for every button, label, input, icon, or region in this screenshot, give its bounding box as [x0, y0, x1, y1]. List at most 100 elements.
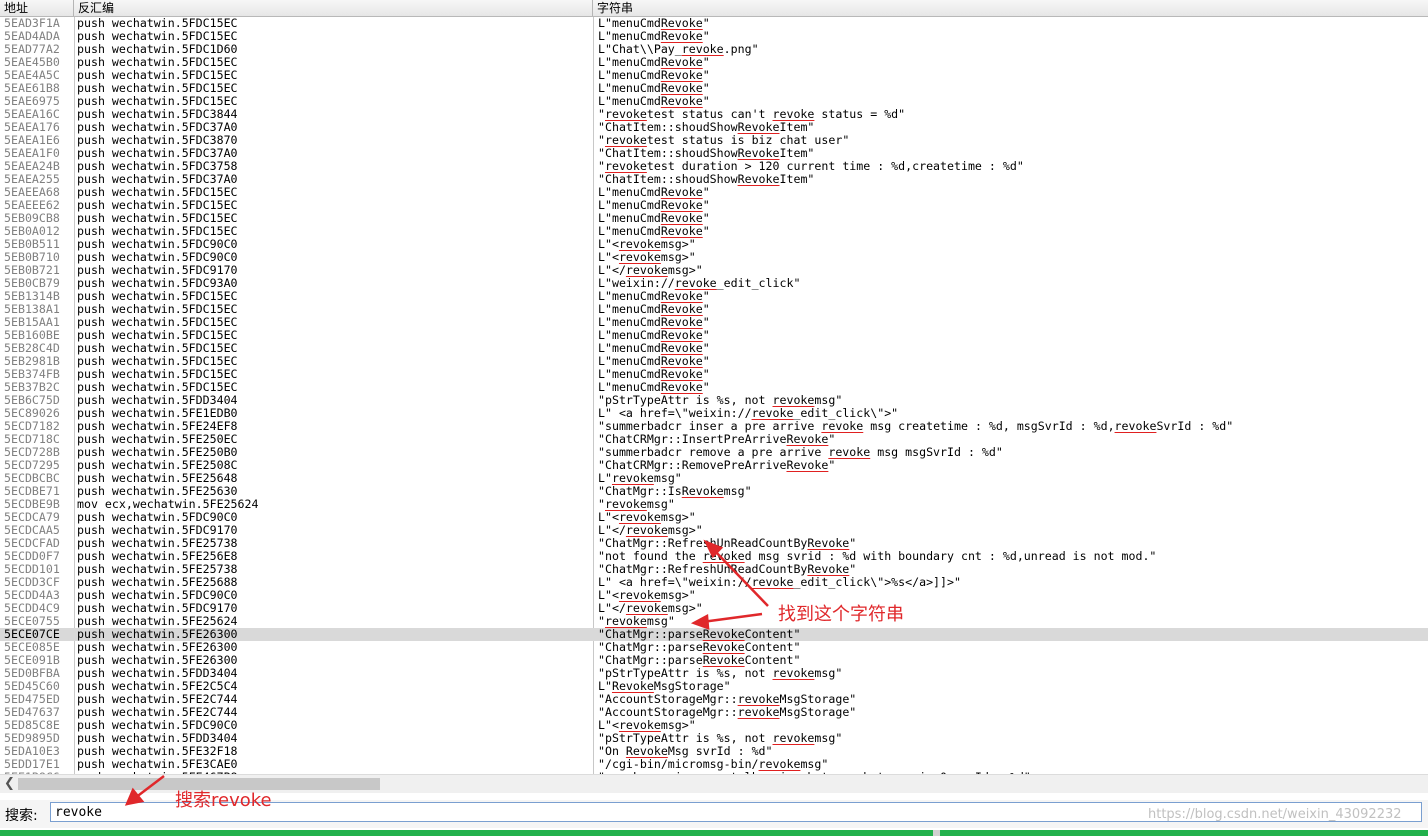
table-row[interactable]: 5EDA10E3 push wechatwin.5FE32F18 "On Revok…	[0, 745, 1428, 758]
scroll-left-icon[interactable]: ❮	[4, 776, 15, 791]
string-cell: "revoketest duration > 120 current time …	[598, 160, 1024, 173]
table-row[interactable]: 5EAEEE62 push wechatwin.5FDC15EC L"menuCmd…	[0, 199, 1428, 212]
table-row[interactable]: 5ED0BFBA push wechatwin.5FDD3404 "pStrType…	[0, 667, 1428, 680]
table-row[interactable]: 5EAEA255 push wechatwin.5FDC37A0 "ChatItem…	[0, 173, 1428, 186]
disassembly-cell: push wechatwin.5FDC9170	[77, 602, 238, 615]
table-row[interactable]: 5ECE091B push wechatwin.5FE26300 "ChatMgr:…	[0, 654, 1428, 667]
string-cell: "AccountStorageMgr::revokeMsgStorage"	[598, 706, 857, 719]
header-disassembly[interactable]: 反汇编	[74, 0, 593, 16]
table-row[interactable]: 5EB15AA1 push wechatwin.5FDC15EC L"menuCmd…	[0, 316, 1428, 329]
table-row[interactable]: 5EB138A1 push wechatwin.5FDC15EC L"menuCmd…	[0, 303, 1428, 316]
table-row[interactable]: 5ED47637 push wechatwin.5FE2C744 "AccountS…	[0, 706, 1428, 719]
disassembly-cell: push wechatwin.5FDC15EC	[77, 69, 238, 82]
table-row[interactable]: 5EAE61B8 push wechatwin.5FDC15EC L"menuCmd…	[0, 82, 1428, 95]
table-row[interactable]: 5ECDD4A3 push wechatwin.5FDC90C0 L"<revoke…	[0, 589, 1428, 602]
address-cell: 5EB6C75D	[4, 394, 60, 407]
table-row[interactable]: 5EAD77A2 push wechatwin.5FDC1D60 L"Chat\\P…	[0, 43, 1428, 56]
table-row[interactable]: 5ECD728B push wechatwin.5FE250B0 "summerba…	[0, 446, 1428, 459]
address-cell: 5ED9895D	[4, 732, 60, 745]
table-row[interactable]: 5ECDBE9B mov ecx,wechatwin.5FE25624 "revok…	[0, 498, 1428, 511]
string-cell: "On RevokeMsg svrId : %d"	[598, 745, 773, 758]
header-address[interactable]: 地址	[0, 0, 74, 16]
string-cell: "pStrTypeAttr is %s, not revokemsg"	[598, 732, 843, 745]
search-match: Revoke	[737, 121, 780, 134]
table-row[interactable]: 5EB09CB8 push wechatwin.5FDC15EC L"menuCmd…	[0, 212, 1428, 225]
table-row[interactable]: 5ECE0755 push wechatwin.5FE25624 "revokems…	[0, 615, 1428, 628]
table-row[interactable]: 5EAE4A5C push wechatwin.5FDC15EC L"menuCmd…	[0, 69, 1428, 82]
table-row[interactable]: 5EB160BE push wechatwin.5FDC15EC L"menuCmd…	[0, 329, 1428, 342]
table-row[interactable]: 5ECDCA79 push wechatwin.5FDC90C0 L"<revoke…	[0, 511, 1428, 524]
table-row[interactable]: 5EB0B721 push wechatwin.5FDC9170 L"</revok…	[0, 264, 1428, 277]
table-row[interactable]: 5EAEA176 push wechatwin.5FDC37A0 "ChatItem…	[0, 121, 1428, 134]
table-row[interactable]: 5ECD718C push wechatwin.5FE250EC "ChatCRMg…	[0, 433, 1428, 446]
table-row[interactable]: 5EB0B511 push wechatwin.5FDC90C0 L"<revoke…	[0, 238, 1428, 251]
table-row[interactable]: 5ED45C60 push wechatwin.5FE2C5C4 L"RevokeM…	[0, 680, 1428, 693]
string-cell: L"menuCmdRevoke"	[598, 212, 710, 225]
table-row[interactable]: 5EAEA16C push wechatwin.5FDC3844 "revokete…	[0, 108, 1428, 121]
search-match: Revoke	[660, 186, 703, 199]
search-match: Revoke	[702, 641, 745, 654]
progress-bar-left	[0, 830, 933, 836]
address-cell: 5ED47637	[4, 706, 60, 719]
table-row[interactable]: 5EDD17E1 push wechatwin.5FE3CAE0 "/cgi-bin…	[0, 758, 1428, 771]
table-row[interactable]: 5EAEEA68 push wechatwin.5FDC15EC L"menuCmd…	[0, 186, 1428, 199]
search-match: revoke	[772, 108, 815, 121]
table-row[interactable]: 5ECE085E push wechatwin.5FE26300 "ChatMgr:…	[0, 641, 1428, 654]
table-row[interactable]: 5EB1314B push wechatwin.5FDC15EC L"menuCmd…	[0, 290, 1428, 303]
table-row[interactable]: 5EC89026 push wechatwin.5FE1EDB0 L" <a hre…	[0, 407, 1428, 420]
table-row[interactable]: 5ECDD101 push wechatwin.5FE25738 "ChatMgr:…	[0, 563, 1428, 576]
table-row[interactable]: 5EB6C75D push wechatwin.5FDD3404 "pStrType…	[0, 394, 1428, 407]
string-cell: L"menuCmdRevoke"	[598, 303, 710, 316]
table-row[interactable]: 5ECE07CE push wechatwin.5FE26300 "ChatMgr:…	[0, 628, 1428, 641]
string-cell: L" <a href=\"weixin://revoke_edit_click\…	[598, 407, 899, 420]
disassembly-cell: push wechatwin.5FDC15EC	[77, 381, 238, 394]
table-row[interactable]: 5EB374FB push wechatwin.5FDC15EC L"menuCmd…	[0, 368, 1428, 381]
header-string[interactable]: 字符串	[593, 0, 1428, 16]
table-row[interactable]: 5ECDD3CF push wechatwin.5FE25688 L" <a hre…	[0, 576, 1428, 589]
table-row[interactable]: 5ED9895D push wechatwin.5FDD3404 "pStrType…	[0, 732, 1428, 745]
string-cell: "ChatItem::shoudShowRevokeItem"	[598, 173, 815, 186]
disassembly-cell: push wechatwin.5FDC37A0	[77, 147, 238, 160]
string-cell: L"menuCmdRevoke"	[598, 199, 710, 212]
search-match: Revoke	[660, 368, 703, 381]
table-row[interactable]: 5ECDBCBC push wechatwin.5FE25648 L"revokem…	[0, 472, 1428, 485]
search-match: Revoke	[786, 433, 829, 446]
search-match: Revoke	[611, 680, 654, 693]
search-match: revoke	[751, 576, 794, 589]
table-row[interactable]: 5ED85C8E push wechatwin.5FDC90C0 L"<revoke…	[0, 719, 1428, 732]
string-cell: L"<revokemsg>"	[598, 238, 696, 251]
table-row[interactable]: 5EAE6975 push wechatwin.5FDC15EC L"menuCmd…	[0, 95, 1428, 108]
table-row[interactable]: 5ECDBE71 push wechatwin.5FE25630 "ChatMgr:…	[0, 485, 1428, 498]
table-row[interactable]: 5ECD7295 push wechatwin.5FE2508C "ChatCRMg…	[0, 459, 1428, 472]
address-cell: 5EAEA24B	[4, 160, 60, 173]
table-row[interactable]: 5EAEA1F0 push wechatwin.5FDC37A0 "ChatItem…	[0, 147, 1428, 160]
table-row[interactable]: 5EAD3F1A push wechatwin.5FDC15EC L"menuCmd…	[0, 17, 1428, 30]
table-row[interactable]: 5EAEA1E6 push wechatwin.5FDC3870 "revokete…	[0, 134, 1428, 147]
search-match: revoke	[772, 732, 815, 745]
table-row[interactable]: 5ED475ED push wechatwin.5FE2C744 "AccountS…	[0, 693, 1428, 706]
string-cell: L" <a href=\"weixin://revoke_edit_click\…	[598, 576, 961, 589]
table-row[interactable]: 5EB2981B push wechatwin.5FDC15EC L"menuCmd…	[0, 355, 1428, 368]
table-row[interactable]: 5EAE45B0 push wechatwin.5FDC15EC L"menuCmd…	[0, 56, 1428, 69]
table-row[interactable]: 5EB28C4D push wechatwin.5FDC15EC L"menuCmd…	[0, 342, 1428, 355]
table-row[interactable]: 5EAD4ADA push wechatwin.5FDC15EC L"menuCmd…	[0, 30, 1428, 43]
table-row[interactable]: 5ECDD4C9 push wechatwin.5FDC9170 L"</revok…	[0, 602, 1428, 615]
table-row[interactable]: 5EAEA24B push wechatwin.5FDC3758 "revokete…	[0, 160, 1428, 173]
string-cell: "summerbadcr remove a pre arrive revoke …	[598, 446, 1003, 459]
table-row[interactable]: 5ECDCAA5 push wechatwin.5FDC9170 L"</revok…	[0, 524, 1428, 537]
string-cell: "revoketest status is biz chat user"	[598, 134, 850, 147]
table-row[interactable]: 5ECDCFAD push wechatwin.5FE25738 "ChatMgr:…	[0, 537, 1428, 550]
table-row[interactable]: 5EB0CB79 push wechatwin.5FDC93A0 L"weixin:…	[0, 277, 1428, 290]
search-match: Revoke	[737, 147, 780, 160]
table-row[interactable]: 5EB0A012 push wechatwin.5FDC15EC L"menuCmd…	[0, 225, 1428, 238]
search-match: revoke	[625, 524, 668, 537]
search-match: Revoke	[786, 459, 829, 472]
table-row[interactable]: 5EB37B2C push wechatwin.5FDC15EC L"menuCmd…	[0, 381, 1428, 394]
string-cell: "revoketest status can't revoke status =…	[598, 108, 906, 121]
table-row[interactable]: 5EB0B710 push wechatwin.5FDC90C0 L"<revoke…	[0, 251, 1428, 264]
address-cell: 5ECDBE71	[4, 485, 60, 498]
disassembly-cell: push wechatwin.5FDC90C0	[77, 251, 238, 264]
string-reference-list[interactable]: 5EAD3F1A push wechatwin.5FDC15EC L"menuCmd…	[0, 17, 1428, 774]
table-row[interactable]: 5ECD7182 push wechatwin.5FE24EF8 "summerba…	[0, 420, 1428, 433]
table-row[interactable]: 5ECDD0F7 push wechatwin.5FE256E8 "not foun…	[0, 550, 1428, 563]
